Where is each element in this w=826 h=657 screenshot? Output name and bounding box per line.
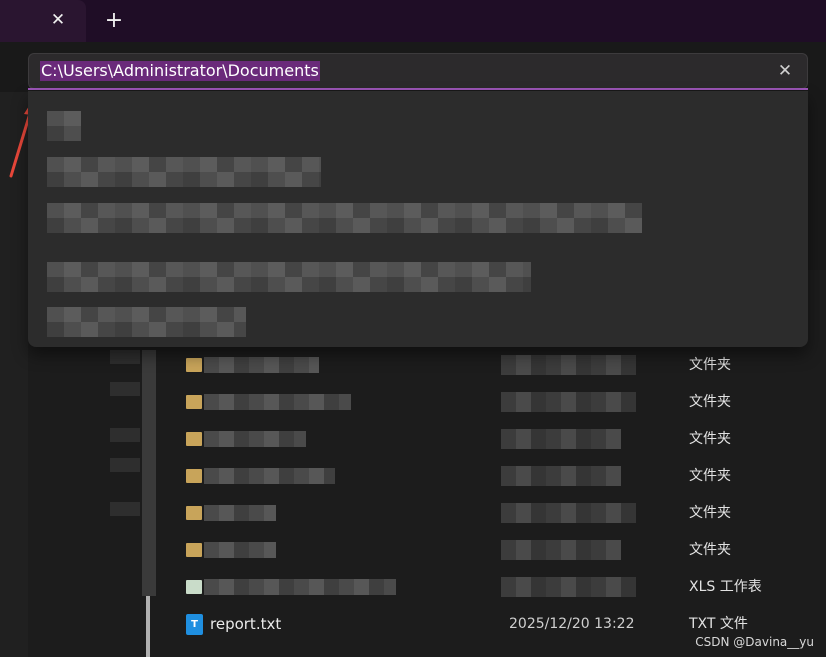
item-type: 文件夹 <box>689 468 731 484</box>
list-item[interactable]: 文件夹 <box>0 384 826 421</box>
redacted-date <box>501 540 621 560</box>
folder-icon <box>186 543 202 557</box>
item-type: 文件夹 <box>689 542 731 558</box>
redacted-date <box>501 429 621 449</box>
file-modified-date: 2025/12/20 13:22 <box>509 616 635 632</box>
browser-tab[interactable]: ✕ <box>0 0 86 42</box>
redacted-name <box>204 505 276 521</box>
redacted-date <box>501 392 636 412</box>
item-type: 文件夹 <box>689 431 731 447</box>
watermark: CSDN @Davina__yu <box>695 635 814 649</box>
folder-icon <box>186 432 202 446</box>
redacted-date <box>501 355 636 375</box>
redacted-suggestion <box>47 307 246 337</box>
redacted-name <box>204 431 306 447</box>
clear-icon[interactable]: ✕ <box>775 61 795 81</box>
list-item[interactable]: 文件夹 <box>0 495 826 532</box>
redacted-name <box>204 579 396 595</box>
redacted-name <box>204 394 351 410</box>
redacted-suggestion <box>47 203 642 233</box>
list-item[interactable]: 文件夹 <box>0 421 826 458</box>
folder-icon <box>186 395 202 409</box>
tab-strip: ✕ + <box>0 0 826 42</box>
close-icon[interactable]: ✕ <box>50 12 66 29</box>
item-type: XLS 工作表 <box>689 579 762 595</box>
text-file-icon: T <box>186 614 203 635</box>
redacted-date <box>501 577 636 597</box>
redacted-name <box>204 542 276 558</box>
new-tab-button[interactable]: + <box>104 10 124 32</box>
spreadsheet-icon <box>186 580 202 594</box>
redacted-name <box>204 468 335 484</box>
list-item[interactable]: 文件夹 <box>0 532 826 569</box>
item-type: 文件夹 <box>689 394 731 410</box>
redacted-date <box>501 503 636 523</box>
folder-icon <box>186 469 202 483</box>
folder-icon <box>186 358 202 372</box>
address-bar[interactable]: C:\Users\Administrator\Documents ✕ <box>28 53 808 89</box>
item-type: 文件夹 <box>689 357 731 373</box>
item-type: 文件夹 <box>689 505 731 521</box>
folder-icon <box>186 506 202 520</box>
item-type: TXT 文件 <box>689 616 748 632</box>
redacted-suggestion <box>47 111 81 141</box>
list-item[interactable]: 文件夹 <box>0 458 826 495</box>
address-focus-underline <box>28 88 808 90</box>
redacted-suggestion <box>47 157 321 187</box>
list-item[interactable]: 文件夹 <box>0 347 826 384</box>
redacted-name <box>204 357 319 373</box>
redacted-suggestion <box>47 262 531 292</box>
redacted-date <box>501 466 621 486</box>
list-item[interactable]: XLS 工作表 <box>0 569 826 606</box>
address-suggestions-dropdown <box>28 91 808 347</box>
address-input[interactable]: C:\Users\Administrator\Documents <box>40 61 320 81</box>
file-name: report.txt <box>210 615 282 633</box>
